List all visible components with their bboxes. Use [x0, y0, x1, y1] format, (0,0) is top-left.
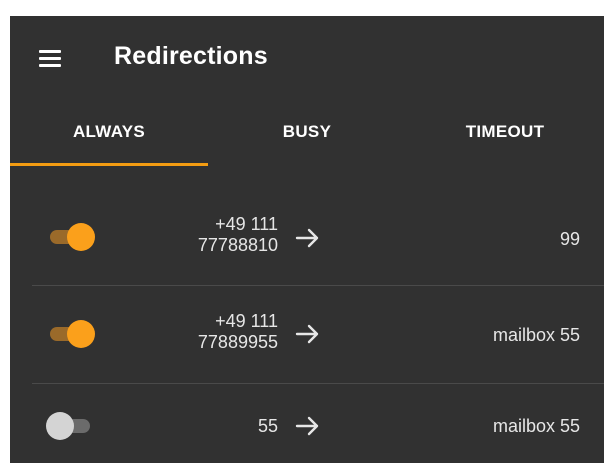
redirection-row[interactable]: +49 111 77889955 mailbox 55	[10, 286, 604, 384]
tab-timeout[interactable]: TIMEOUT	[406, 100, 604, 168]
source-number-line1: +49 111	[215, 214, 278, 234]
selected-tab-indicator	[10, 163, 208, 166]
arrow-right-icon	[295, 324, 319, 344]
app-bar: Redirections	[10, 16, 604, 100]
redirection-row[interactable]: 55 mailbox 55	[10, 384, 604, 463]
source-number-line2: 77889955	[197, 332, 278, 352]
tab-busy[interactable]: BUSY	[208, 100, 406, 168]
app-screen: Redirections ALWAYS BUSY TIMEOUT +49 111…	[10, 16, 604, 463]
hamburger-menu-icon[interactable]	[39, 49, 61, 67]
target-number: mailbox 55	[492, 325, 580, 345]
source-number-line1: 55	[257, 416, 278, 436]
tab-bar: ALWAYS BUSY TIMEOUT	[10, 100, 604, 168]
source-number: 55	[258, 416, 278, 437]
source-number: +49 111 77788810	[198, 214, 278, 256]
redirection-toggle[interactable]	[46, 410, 98, 442]
target-number: 99	[559, 229, 580, 249]
page-title: Redirections	[114, 42, 268, 70]
source-number: +49 111 77889955	[198, 311, 278, 353]
arrow-right-icon	[295, 228, 319, 248]
source-number-line1: +49 111	[215, 311, 278, 331]
redirection-toggle[interactable]	[48, 318, 98, 350]
toggle-thumb	[67, 320, 95, 348]
redirection-row[interactable]: +49 111 77788810 99	[10, 188, 604, 286]
source-number-line2: 77788810	[197, 235, 278, 255]
target-number: mailbox 55	[492, 416, 580, 436]
tab-always[interactable]: ALWAYS	[10, 100, 208, 168]
redirection-toggle[interactable]	[48, 221, 98, 253]
arrow-right-icon	[295, 416, 319, 436]
toggle-thumb	[67, 223, 95, 251]
toggle-thumb	[46, 412, 74, 440]
